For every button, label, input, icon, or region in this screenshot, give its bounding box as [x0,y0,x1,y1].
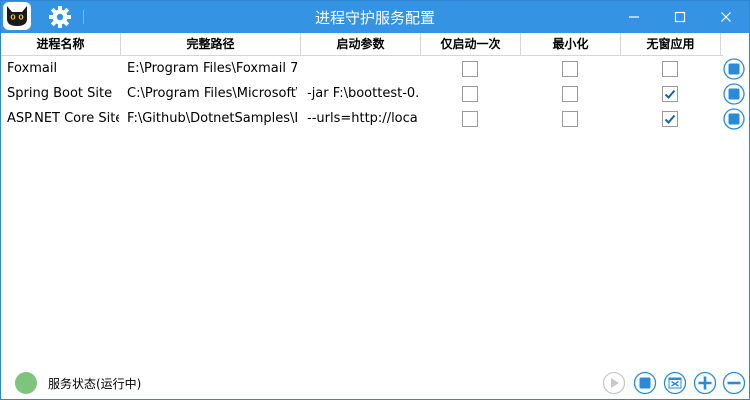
minimized-checkbox[interactable] [562,61,578,77]
column-header-name[interactable]: 进程名称 [1,33,121,55]
row-stop-button[interactable] [723,83,745,105]
no-window-checkbox[interactable] [662,61,678,77]
stop-service-button[interactable] [633,371,657,395]
minimize-icon [629,16,639,18]
service-status-text: 服务状态(运行中) [48,377,142,391]
checkmark-icon [664,114,676,124]
stop-icon [633,371,657,395]
log-window-icon [663,371,687,395]
process-args-cell[interactable]: --urls=http://loca [307,107,419,131]
cat-logo-icon [3,2,31,30]
table-header: 进程名称 完整路径 启动参数 仅启动一次 最小化 无窗应用 [1,33,723,56]
title-separator [83,10,84,24]
play-icon [602,371,626,395]
status-bar: 服务状态(运行中) [1,363,749,399]
remove-process-button[interactable] [722,371,746,395]
plus-icon [693,371,717,395]
process-name-cell[interactable]: ASP.NET Core Site [7,107,119,131]
process-args-cell[interactable] [307,57,419,81]
column-header-minimized[interactable]: 最小化 [521,33,621,55]
stop-icon [723,83,745,105]
close-button[interactable] [703,1,749,33]
stop-icon [723,108,745,130]
maximize-button[interactable] [657,1,703,33]
table-row[interactable]: Foxmail E:\Program Files\Foxmail 7. [1,57,749,81]
settings-button[interactable] [47,5,73,29]
minus-icon [722,371,746,395]
table-row[interactable]: ASP.NET Core Site F:\Github\DotnetSample… [1,107,749,131]
stop-icon [723,58,745,80]
process-path-cell[interactable]: C:\Program Files\Microsoft\ [127,82,297,106]
run-once-checkbox[interactable] [462,86,478,102]
process-name-cell[interactable]: Spring Boot Site [7,82,119,106]
no-window-checkbox[interactable] [662,86,678,102]
status-indicator [15,372,37,394]
add-process-button[interactable] [693,371,717,395]
column-header-no-window[interactable]: 无窗应用 [621,33,721,55]
close-icon [721,12,731,22]
process-args-cell[interactable]: -jar F:\boottest-0. [307,82,419,106]
column-header-path[interactable]: 完整路径 [121,33,301,55]
table-row[interactable]: Spring Boot Site C:\Program Files\Micros… [1,82,749,106]
checkmark-icon [664,89,676,99]
column-header-run-once[interactable]: 仅启动一次 [421,33,521,55]
process-path-cell[interactable]: E:\Program Files\Foxmail 7. [127,57,297,81]
process-table: 进程名称 完整路径 启动参数 仅启动一次 最小化 无窗应用 Foxmail E:… [1,33,749,363]
minimize-button[interactable] [611,1,657,33]
row-stop-button[interactable] [723,58,745,80]
title-bar[interactable]: 进程守护服务配置 [1,1,749,33]
process-path-cell[interactable]: F:\Github\DotnetSamples\D [127,107,297,131]
no-window-checkbox[interactable] [662,111,678,127]
minimized-checkbox[interactable] [562,86,578,102]
start-service-button[interactable] [602,371,626,395]
gear-icon [49,6,71,28]
row-stop-button[interactable] [723,108,745,130]
column-header-args[interactable]: 启动参数 [301,33,421,55]
process-name-cell[interactable]: Foxmail [7,57,119,81]
view-log-button[interactable] [663,371,687,395]
run-once-checkbox[interactable] [462,111,478,127]
maximize-icon [674,11,686,23]
minimized-checkbox[interactable] [562,111,578,127]
main-window: 进程守护服务配置 进程名称 完整路径 启动参数 仅启动一次 最小化 无窗应用 F… [0,0,750,400]
run-once-checkbox[interactable] [462,61,478,77]
